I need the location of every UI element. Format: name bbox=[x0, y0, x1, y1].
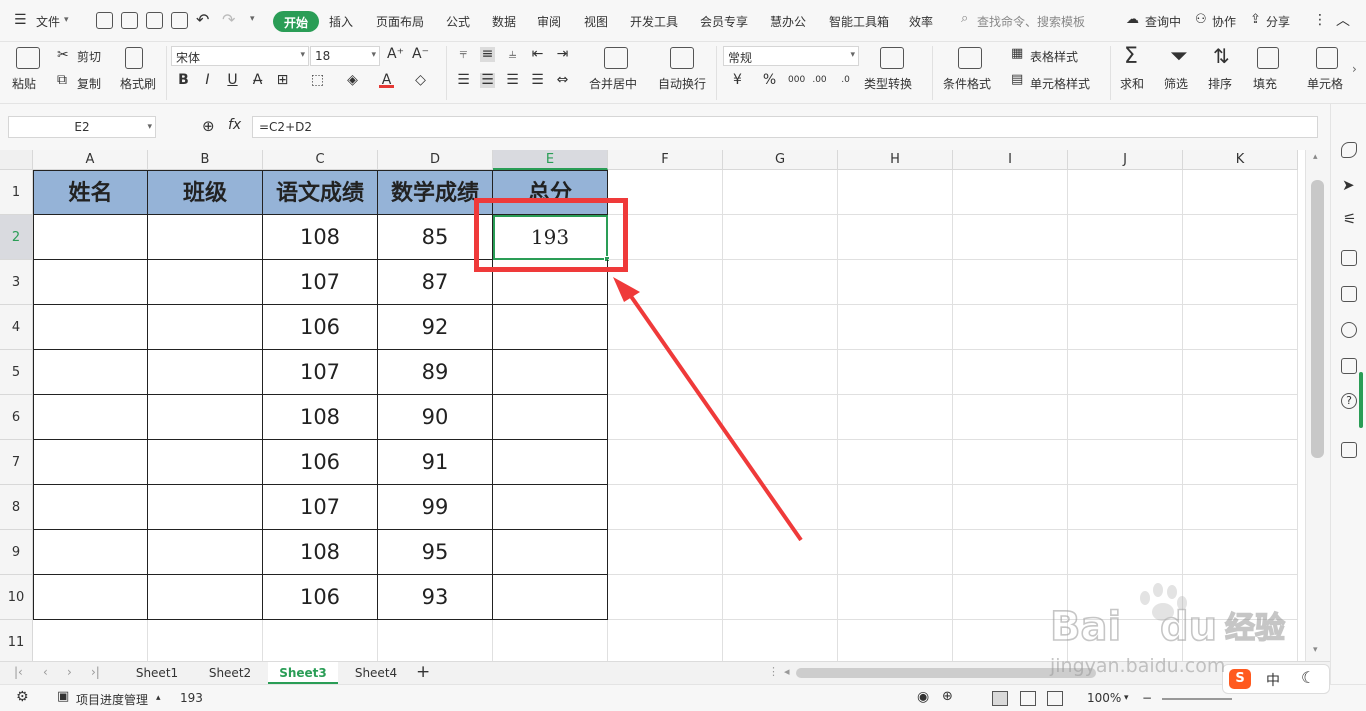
arrow-shaft bbox=[626, 290, 803, 542]
chevron-up-icon[interactable]: ▴ bbox=[156, 693, 161, 703]
macro-icon[interactable]: ⚙ bbox=[16, 689, 29, 705]
cursor-icon[interactable]: ➤ bbox=[1342, 176, 1355, 194]
zoom-dropdown-icon[interactable]: ▾ bbox=[1124, 693, 1129, 703]
arrow-head bbox=[613, 277, 640, 302]
image-icon[interactable] bbox=[1341, 286, 1357, 302]
status-bar: ⚙ ▣ 项目进度管理 ▴ 193 ◉ ⊕ 100% ▾ − bbox=[0, 684, 1366, 711]
svg-text:Bai: Bai bbox=[1050, 604, 1121, 650]
normal-view-icon[interactable] bbox=[992, 691, 1008, 706]
settings-sliders-icon[interactable]: ⚟ bbox=[1343, 210, 1356, 228]
zoom-level[interactable]: 100% bbox=[1087, 691, 1121, 705]
last-sheet-icon[interactable]: ›| bbox=[91, 665, 100, 679]
side-panel: ➤ ⚟ ? bbox=[1330, 104, 1366, 684]
sheet-tab-sheet4[interactable]: Sheet4 bbox=[341, 662, 411, 684]
next-sheet-icon[interactable]: › bbox=[67, 665, 72, 679]
project-icon[interactable]: ▣ bbox=[57, 689, 69, 704]
ai-icon[interactable] bbox=[1341, 322, 1357, 338]
scroll-thumb[interactable] bbox=[1311, 180, 1324, 458]
page-layout-view-icon[interactable] bbox=[1020, 691, 1036, 706]
backup-icon[interactable] bbox=[1341, 442, 1357, 458]
svg-text:经验: 经验 bbox=[1225, 611, 1285, 646]
book-icon[interactable] bbox=[1341, 358, 1357, 374]
project-button[interactable]: 项目进度管理 bbox=[76, 691, 148, 708]
sheet-tab-sheet2[interactable]: Sheet2 bbox=[195, 662, 265, 684]
help-icon[interactable]: ? bbox=[1341, 393, 1357, 409]
zoom-slider[interactable] bbox=[1162, 698, 1232, 700]
sheet-tab-sheet3[interactable]: Sheet3 bbox=[268, 662, 338, 684]
first-sheet-icon[interactable]: |‹ bbox=[14, 665, 23, 679]
moon-icon[interactable]: ☾ bbox=[1301, 668, 1315, 687]
paste-special-icon[interactable] bbox=[1341, 250, 1357, 266]
prev-sheet-icon[interactable]: ‹ bbox=[43, 665, 48, 679]
vertical-scrollbar[interactable]: ▴ ▾ bbox=[1305, 150, 1330, 661]
sheet-tab-sheet1[interactable]: Sheet1 bbox=[122, 662, 192, 684]
page-break-view-icon[interactable] bbox=[1047, 691, 1063, 706]
status-value: 193 bbox=[180, 691, 203, 705]
spreadsheet-window: ☰ 文件 ▾ ↶ ↷ ▾ 开始 插入 页面布局 公式 数据 审阅 视图 开发工具… bbox=[0, 0, 1366, 711]
language-icon[interactable]: ⊕ bbox=[942, 689, 953, 704]
split-handle-icon[interactable]: ⋮ bbox=[768, 665, 779, 678]
scroll-down-icon[interactable]: ▾ bbox=[1313, 645, 1318, 655]
eye-protection-icon[interactable]: ◉ bbox=[917, 689, 929, 705]
svg-text:jingyan.baidu.com: jingyan.baidu.com bbox=[1049, 655, 1225, 677]
add-sheet-icon[interactable]: + bbox=[416, 662, 430, 682]
panel-scroll-indicator bbox=[1359, 372, 1363, 428]
svg-text:du: du bbox=[1160, 604, 1217, 650]
rocket-icon[interactable] bbox=[1341, 142, 1357, 158]
scroll-left-icon[interactable]: ◂ bbox=[784, 665, 790, 678]
scroll-up-icon[interactable]: ▴ bbox=[1313, 152, 1318, 162]
zoom-out-icon[interactable]: − bbox=[1142, 691, 1152, 705]
baidu-watermark-logo: Bai du 经验 jingyan.baidu.com bbox=[1049, 583, 1286, 677]
